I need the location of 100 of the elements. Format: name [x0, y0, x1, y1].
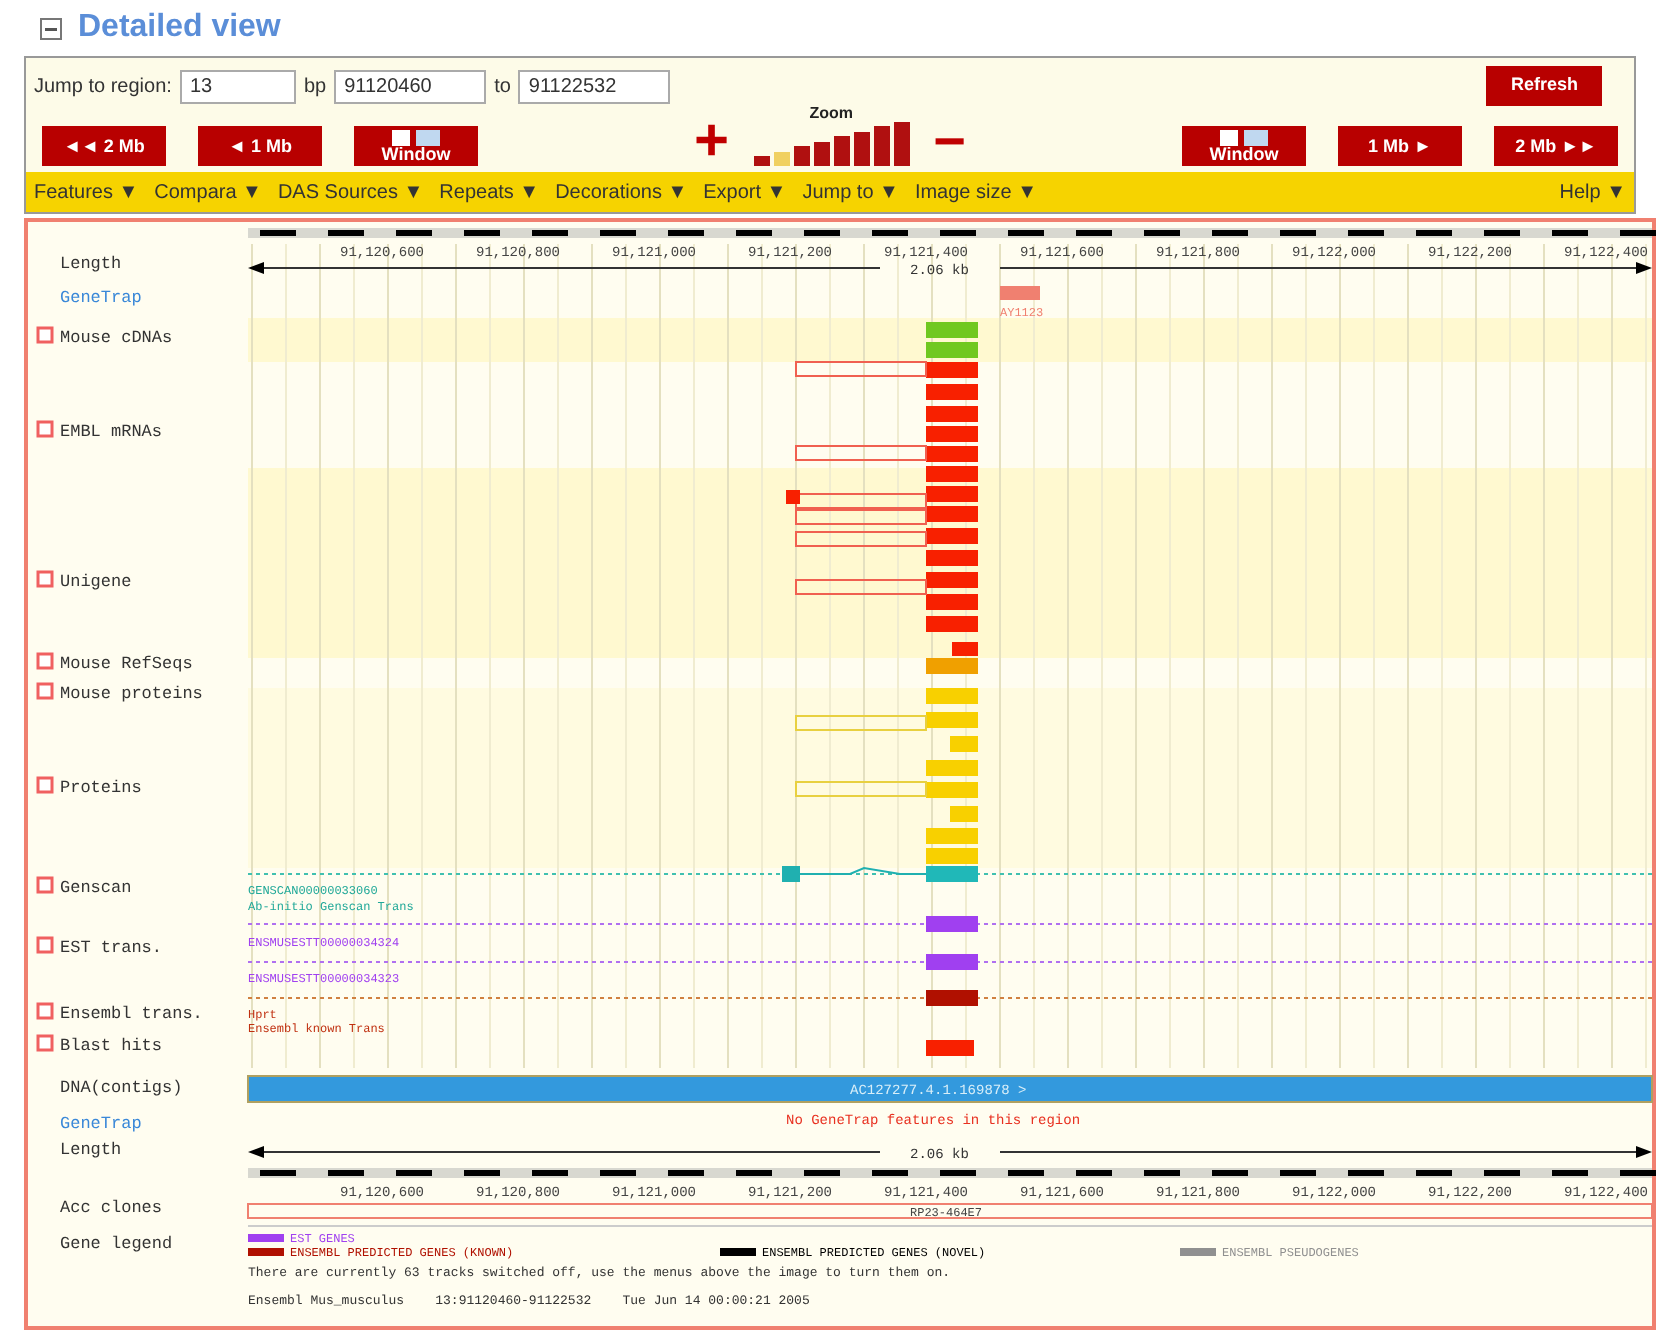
feature-block — [926, 594, 978, 610]
to-label: to — [494, 73, 511, 101]
chromosome-field[interactable]: 13 — [179, 69, 296, 103]
zoom-level[interactable] — [753, 156, 770, 166]
ruler-segment — [600, 230, 636, 236]
ruler-segment — [532, 230, 568, 236]
menu-item[interactable]: Decorations ▼ — [555, 177, 688, 207]
ruler-segment — [396, 1170, 432, 1176]
genetrap-feature — [1000, 286, 1040, 300]
zoom-level[interactable] — [793, 146, 810, 166]
zoom-level[interactable] — [873, 126, 890, 166]
menu-item[interactable]: Jump to ▼ — [802, 177, 899, 207]
feature-block — [950, 736, 978, 752]
feature-block — [926, 342, 978, 358]
ruler-segment — [1484, 230, 1520, 236]
ruler-segment — [1076, 1170, 1112, 1176]
zoom-in-button[interactable]: + — [694, 118, 730, 166]
feature-block — [926, 322, 978, 338]
ruler-segment — [1008, 230, 1044, 236]
start-field[interactable]: 91120460 — [334, 69, 487, 103]
feature-block — [926, 712, 978, 728]
menu-item[interactable]: Features ▼ — [34, 177, 139, 207]
track-label: EST trans. — [60, 938, 163, 958]
track-label[interactable]: GeneTrap — [60, 1114, 142, 1134]
ruler-segment — [1416, 230, 1452, 236]
feature-block — [926, 916, 978, 932]
nav-button[interactable]: 2 Mb ►► — [1494, 126, 1618, 166]
zoom-level[interactable] — [853, 131, 870, 166]
ruler-segment — [1008, 1170, 1044, 1176]
feature-block — [926, 760, 978, 776]
track-toggle[interactable] — [36, 776, 54, 794]
zoom-label: Zoom — [809, 105, 853, 121]
ruler-segment — [260, 230, 296, 236]
track-label: Mouse RefSeqs — [60, 654, 193, 674]
track-label[interactable]: GeneTrap — [60, 288, 142, 308]
track-toggle[interactable] — [36, 420, 54, 438]
menu-item[interactable]: Export ▼ — [703, 177, 787, 207]
ruler-segment — [736, 1170, 772, 1176]
nav-button[interactable]: ◄◄ 2 Mb — [42, 126, 166, 166]
ruler-segment — [1212, 1170, 1248, 1176]
track-toggle[interactable] — [36, 682, 54, 700]
track-toggle[interactable] — [36, 1002, 54, 1020]
end-field[interactable]: 91122532 — [518, 69, 671, 103]
ruler-segment — [668, 230, 704, 236]
feature-block — [926, 990, 978, 1006]
nav-button[interactable]: 1 Mb ► — [1338, 126, 1462, 166]
track-toggle[interactable] — [36, 326, 54, 344]
ruler-segment — [600, 1170, 636, 1176]
ruler-segment — [1620, 230, 1656, 236]
track-label: Gene legend — [60, 1234, 173, 1254]
menu-item[interactable]: Image size ▼ — [914, 177, 1037, 207]
menu-item[interactable]: DAS Sources ▼ — [277, 177, 424, 207]
help-menu[interactable]: Help ▼ — [1559, 177, 1626, 207]
feature-block — [926, 446, 978, 462]
feature-block — [926, 954, 978, 970]
section-title: Detailed view — [78, 8, 281, 48]
track-toggle[interactable] — [36, 570, 54, 588]
feature-block — [926, 528, 978, 544]
window-icon — [1220, 129, 1268, 145]
ruler-segment — [736, 230, 772, 236]
nav-button[interactable]: ◄ 1 Mb — [198, 126, 322, 166]
refresh-button[interactable]: Refresh — [1486, 66, 1602, 106]
track-toggle[interactable] — [36, 1034, 54, 1052]
track-label: EMBL mRNAs — [60, 422, 163, 442]
intron-outline — [795, 531, 927, 547]
ruler-segment — [464, 230, 500, 236]
collapse-icon[interactable] — [40, 17, 62, 39]
track-toggle[interactable] — [36, 652, 54, 670]
nav-button[interactable]: Window — [354, 126, 478, 166]
ruler-segment — [940, 230, 976, 236]
jump-label: Jump to region: — [34, 73, 172, 101]
feature-block — [926, 406, 978, 422]
track-label: Length — [60, 1140, 122, 1160]
intron-outline — [795, 781, 927, 797]
ruler-segment — [668, 1170, 704, 1176]
zoom-level[interactable] — [813, 141, 830, 166]
track-toggle[interactable] — [36, 876, 54, 894]
zoom-out-button[interactable]: − — [933, 118, 966, 166]
ruler-segment — [1076, 230, 1112, 236]
ruler-segment — [804, 1170, 840, 1176]
menu-item[interactable]: Repeats ▼ — [439, 177, 540, 207]
ruler-segment — [1348, 1170, 1384, 1176]
ruler-segment — [1416, 1170, 1452, 1176]
ruler-segment — [940, 1170, 976, 1176]
intron-outline — [795, 445, 927, 461]
track-label: DNA(contigs) — [60, 1078, 183, 1098]
zoom-level[interactable] — [833, 136, 850, 166]
track-toggle[interactable] — [36, 936, 54, 954]
ruler-segment — [1348, 230, 1384, 236]
ruler-segment — [532, 1170, 568, 1176]
feature-block — [926, 550, 978, 566]
menu-item[interactable]: Compara ▼ — [154, 177, 262, 207]
zoom-level[interactable] — [893, 121, 910, 166]
ruler-segment — [1620, 1170, 1656, 1176]
ruler-segment — [464, 1170, 500, 1176]
nav-button[interactable]: Window — [1182, 126, 1306, 166]
track-label: Proteins — [60, 778, 142, 798]
track-label: Length — [60, 254, 122, 274]
track-label: Mouse proteins — [60, 684, 203, 704]
intron-outline — [795, 715, 927, 731]
